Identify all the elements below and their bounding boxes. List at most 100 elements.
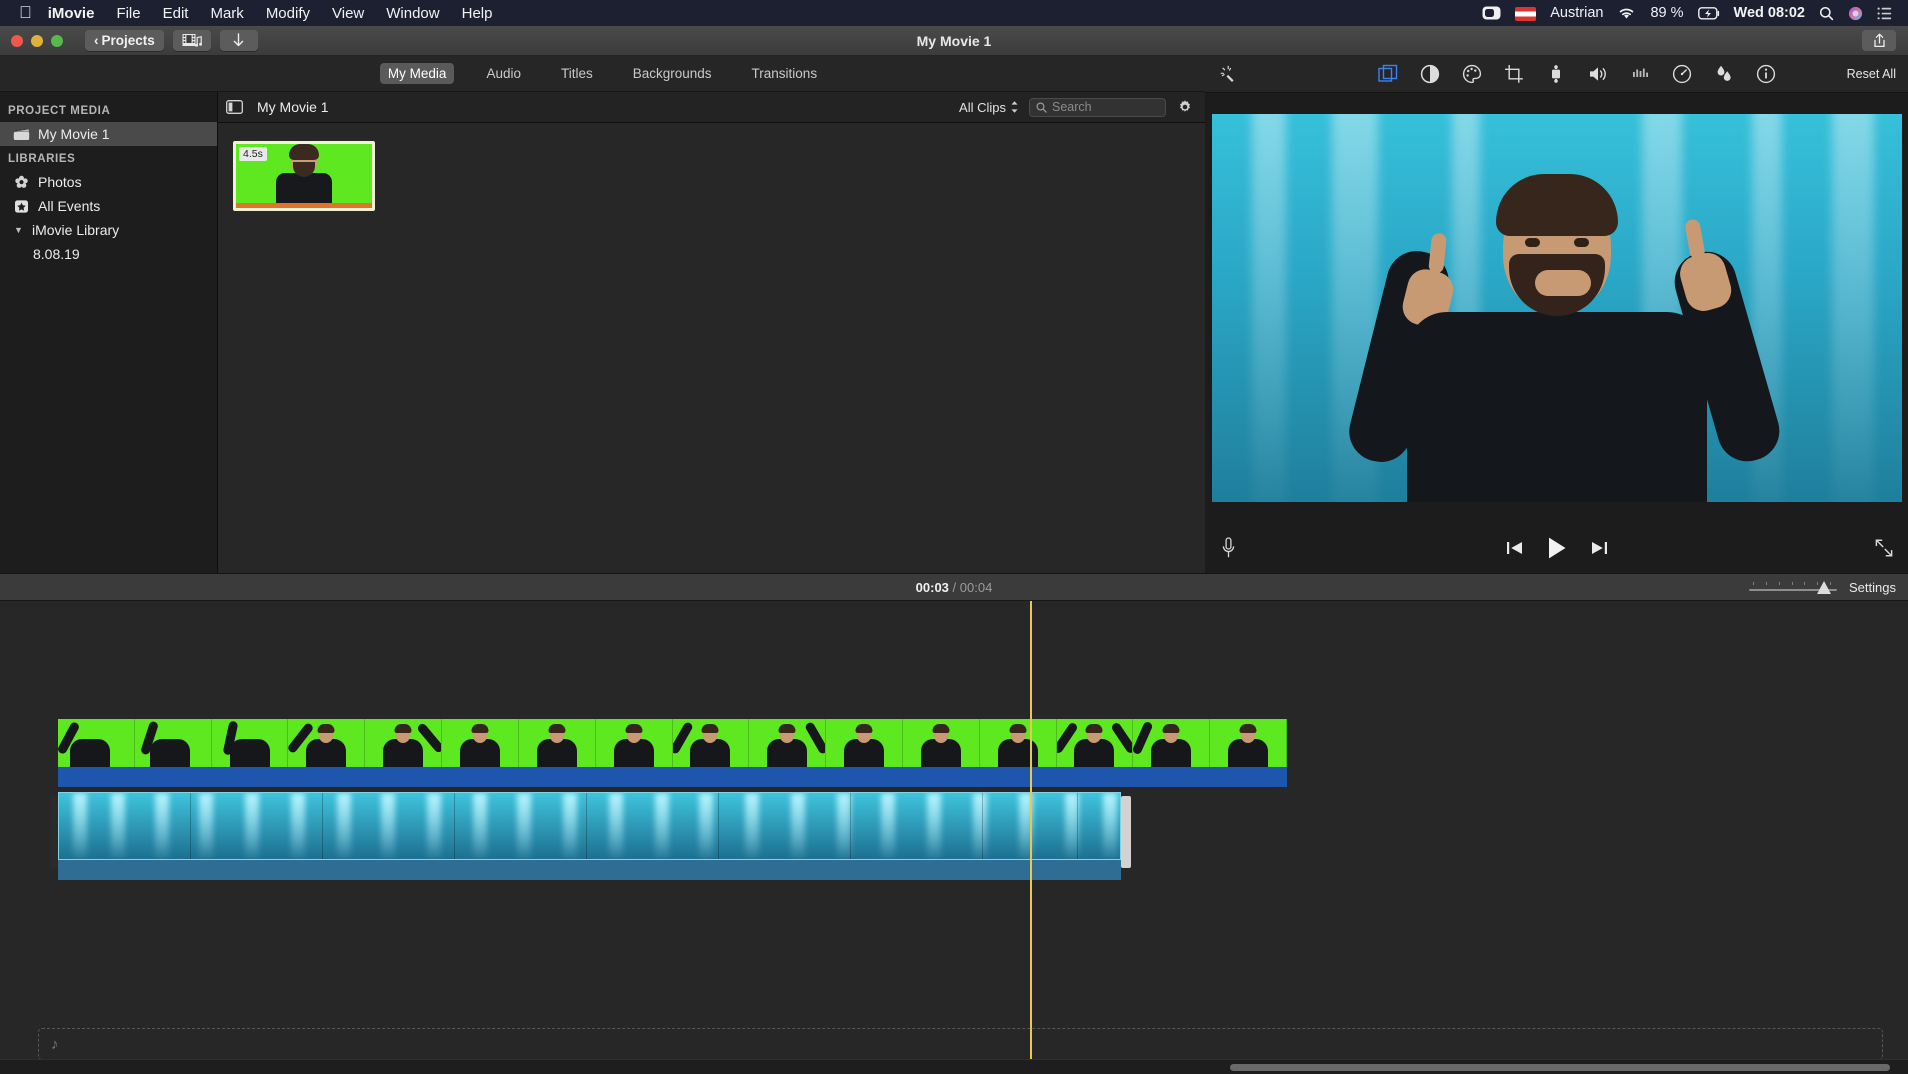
window-title-bar: ‹ Projects My Movie 1	[0, 26, 1908, 56]
menu-item-view[interactable]: View	[332, 5, 364, 22]
menu-item-help[interactable]: Help	[462, 5, 493, 22]
tab-audio[interactable]: Audio	[478, 63, 529, 84]
expand-arrows-icon[interactable]	[1874, 538, 1894, 558]
apple-icon[interactable]: 	[19, 4, 32, 21]
sidebar-section-project-media: PROJECT MEDIA	[8, 105, 111, 117]
battery-percentage-label[interactable]: 89 %	[1650, 5, 1683, 21]
video-camera-icon[interactable]	[1482, 6, 1501, 20]
clapperboard-icon	[13, 126, 30, 142]
preview-person-left-eye	[1524, 238, 1540, 247]
clip-person-body	[276, 173, 332, 203]
control-center-icon[interactable]	[1877, 7, 1892, 20]
volume-icon[interactable]	[1587, 63, 1609, 85]
clock-label[interactable]: Wed 08:02	[1734, 5, 1805, 21]
info-icon[interactable]	[1755, 63, 1777, 85]
sidebar-item-my-movie-1[interactable]: My Movie 1	[0, 122, 217, 146]
sidebar-section-libraries: LIBRARIES	[8, 153, 76, 165]
sidebar-item-imovie-library[interactable]: ▼ iMovie Library	[0, 218, 217, 242]
back-to-projects-button[interactable]: ‹ Projects	[85, 30, 164, 51]
timeline-zoom-slider[interactable]	[1749, 580, 1838, 594]
tab-titles[interactable]: Titles	[553, 63, 601, 84]
tab-backgrounds[interactable]: Backgrounds	[625, 63, 720, 84]
preview-person-left-finger	[1427, 232, 1447, 274]
austrian-flag-icon[interactable]	[1515, 7, 1537, 21]
input-source-label[interactable]: Austrian	[1550, 5, 1603, 21]
import-media-button[interactable]	[219, 30, 258, 51]
menu-item-modify[interactable]: Modify	[266, 5, 310, 22]
speed-icon[interactable]	[1671, 63, 1693, 85]
timeline-clip-right-handle[interactable]	[1121, 796, 1131, 868]
share-icon	[1873, 33, 1886, 48]
library-sidebar: PROJECT MEDIA My Movie 1 LIBRARIES Photo…	[0, 92, 218, 573]
sidebar-item-photos[interactable]: Photos	[0, 170, 217, 194]
sidebar-item-event-8-08-19[interactable]: 8.08.19	[0, 242, 217, 266]
search-input[interactable]: Search	[1029, 97, 1166, 117]
tab-transitions[interactable]: Transitions	[744, 63, 826, 84]
skip-back-icon[interactable]	[1506, 540, 1524, 556]
minimize-button[interactable]	[31, 34, 43, 47]
sidebar-toggle-icon[interactable]	[226, 99, 243, 115]
media-clip-thumbnail[interactable]: 4.5s	[233, 141, 375, 211]
clip-person-figure	[276, 144, 332, 203]
clip-duration-badge: 4.5s	[239, 147, 267, 161]
color-balance-icon[interactable]	[1419, 63, 1441, 85]
menu-item-file[interactable]: File	[116, 5, 140, 22]
sidebar-item-label: Photos	[38, 174, 82, 190]
spotlight-search-icon[interactable]	[1819, 6, 1834, 21]
video-overlay-icon[interactable]	[1377, 63, 1399, 85]
skip-forward-icon[interactable]	[1590, 540, 1608, 556]
titlebar-right-group	[1862, 30, 1896, 51]
scrollbar-thumb[interactable]	[1230, 1064, 1890, 1071]
sidebar-item-all-events[interactable]: All Events	[0, 194, 217, 218]
share-button[interactable]	[1862, 30, 1896, 51]
menu-item-imovie[interactable]: iMovie	[48, 5, 95, 22]
gear-icon[interactable]	[1176, 99, 1193, 115]
menu-item-window[interactable]: Window	[386, 5, 439, 22]
crop-icon[interactable]	[1503, 63, 1525, 85]
microphone-icon[interactable]	[1221, 537, 1236, 559]
zoom-button[interactable]	[51, 34, 63, 47]
filters-droplets-icon[interactable]	[1713, 63, 1735, 85]
close-button[interactable]	[11, 34, 23, 47]
magic-wand-icon[interactable]	[1216, 64, 1242, 84]
siri-icon[interactable]	[1848, 6, 1863, 21]
all-clips-label: All Clips	[959, 99, 1006, 115]
timeline-total-time: 00:04	[959, 579, 993, 595]
noise-reduction-equalizer-icon[interactable]	[1629, 63, 1651, 85]
zoom-slider-ticks	[1753, 582, 1831, 585]
back-to-projects-label: Projects	[101, 33, 155, 48]
wifi-icon[interactable]	[1617, 6, 1636, 20]
battery-charging-icon[interactable]	[1697, 6, 1720, 20]
stepper-chevrons-icon	[1010, 100, 1019, 114]
search-icon	[1036, 101, 1047, 113]
menu-item-edit[interactable]: Edit	[163, 5, 189, 22]
timeline-panel[interactable]: ♪	[0, 601, 1908, 1060]
browser-header: My Movie 1 All Clips Search	[218, 92, 1205, 123]
media-browser-button[interactable]	[172, 30, 211, 51]
timeline-background-clip[interactable]	[58, 792, 1121, 860]
timeline-playhead[interactable]	[1030, 601, 1032, 1059]
timeline-horizontal-scrollbar[interactable]	[0, 1059, 1908, 1074]
all-clips-filter[interactable]: All Clips	[959, 100, 1019, 115]
timeline-background-clip-band[interactable]	[58, 860, 1121, 880]
timeline-audio-band[interactable]	[58, 767, 1287, 787]
video-preview-frame[interactable]	[1211, 114, 1902, 502]
clip-person-hair	[289, 144, 319, 160]
music-drop-zone[interactable]: ♪	[38, 1028, 1883, 1060]
reset-all-button[interactable]: Reset All	[1847, 67, 1896, 81]
disclosure-triangle-icon[interactable]: ▼	[14, 225, 24, 235]
browser-header-controls: All Clips Search	[959, 97, 1193, 117]
timeline-video-clip[interactable]	[58, 719, 1287, 767]
stabilization-camera-icon[interactable]	[1545, 63, 1567, 85]
play-icon[interactable]	[1546, 536, 1568, 560]
timeline-settings-button[interactable]: Settings	[1849, 580, 1896, 595]
tab-my-media[interactable]: My Media	[379, 63, 455, 84]
browser-title: My Movie 1	[257, 99, 329, 115]
preview-person-hair	[1495, 174, 1618, 236]
menu-item-mark[interactable]: Mark	[210, 5, 243, 22]
preview-person-head	[1495, 174, 1618, 316]
color-correction-palette-icon[interactable]	[1461, 63, 1483, 85]
browser-scrollbar[interactable]	[1194, 123, 1202, 573]
clip-person-head	[289, 144, 319, 177]
chevron-left-icon: ‹	[94, 33, 99, 48]
